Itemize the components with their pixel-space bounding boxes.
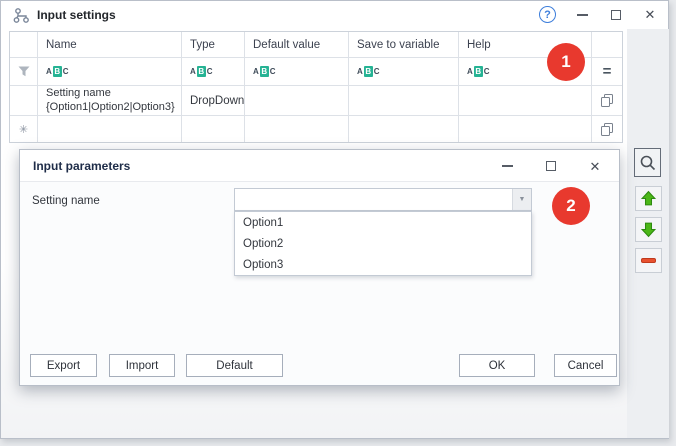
dialog-title: Input parameters [33, 159, 130, 173]
dropdown-list: Option1 Option2 Option3 [234, 211, 532, 276]
export-button[interactable]: Export [30, 354, 97, 377]
new-cell-type[interactable] [182, 116, 245, 142]
move-down-button[interactable] [635, 217, 662, 242]
minus-icon [641, 258, 656, 263]
remove-button[interactable] [635, 248, 662, 273]
copy-row-icon[interactable] [592, 116, 622, 142]
dialog-maximize-icon[interactable] [543, 158, 559, 174]
setting-name-input[interactable] [235, 189, 512, 210]
combo-dropdown-button[interactable]: ▼ [512, 189, 531, 210]
text-filter-icon: ABC [253, 66, 276, 77]
dropdown-option-3[interactable]: Option3 [235, 254, 531, 275]
input-parameters-dialog: Input parameters ✕ Setting name ▼ Option… [19, 149, 620, 386]
annotation-badge-1: 1 [547, 43, 585, 81]
text-filter-icon: ABC [357, 66, 380, 77]
close-icon[interactable]: ✕ [642, 7, 658, 23]
cell-save-to-variable[interactable] [349, 86, 459, 115]
cell-name[interactable]: Setting name{Option1|Option2|Option3} [38, 86, 182, 115]
branch-icon [13, 7, 30, 24]
filter-options-icon[interactable]: = [592, 58, 622, 85]
filter-cell-save-to-variable[interactable]: ABC [349, 58, 459, 85]
maximize-icon[interactable] [608, 7, 624, 23]
column-header-save-to-variable[interactable]: Save to variable [349, 32, 459, 57]
new-cell-default-value[interactable] [245, 116, 349, 142]
input-settings-window: Input settings ? ✕ Name Type Default val… [0, 0, 669, 439]
copy-row-icon[interactable] [592, 86, 622, 115]
dialog-close-icon[interactable]: ✕ [587, 158, 603, 174]
filter-cell-default-value[interactable]: ABC [245, 58, 349, 85]
new-cell-name[interactable] [38, 116, 182, 142]
new-row-indicator-icon: ✳ [10, 116, 38, 142]
new-cell-save-to-variable[interactable] [349, 116, 459, 142]
setting-name-combobox[interactable]: ▼ [234, 188, 532, 211]
annotation-badge-2: 2 [552, 187, 590, 225]
text-filter-icon: ABC [190, 66, 213, 77]
row-indicator-cell [10, 86, 38, 115]
text-filter-icon: ABC [467, 66, 490, 77]
help-icon[interactable]: ? [539, 6, 556, 23]
search-icon [639, 154, 657, 172]
search-button[interactable] [634, 148, 661, 177]
import-button[interactable]: Import [109, 354, 175, 377]
new-row[interactable]: ✳ [10, 116, 622, 142]
settings-grid: Name Type Default value Save to variable… [9, 31, 623, 143]
dropdown-option-1[interactable]: Option1 [235, 212, 531, 233]
window-title: Input settings [37, 8, 116, 22]
column-header-actions [592, 32, 622, 57]
cell-type[interactable]: DropDown [182, 86, 245, 115]
dialog-titlebar: Input parameters ✕ [20, 150, 619, 182]
dialog-minimize-icon[interactable] [499, 158, 515, 174]
grid-filter-row: ABC ABC ABC ABC ABC = [10, 58, 622, 86]
column-header-type[interactable]: Type [182, 32, 245, 57]
cancel-button[interactable]: Cancel [554, 354, 617, 377]
table-row[interactable]: Setting name{Option1|Option2|Option3} Dr… [10, 86, 622, 116]
ok-button[interactable]: OK [459, 354, 535, 377]
arrow-up-icon [640, 190, 657, 207]
default-button[interactable]: Default [186, 354, 283, 377]
window-titlebar: Input settings ? ✕ [1, 1, 668, 29]
column-header-default-value[interactable]: Default value [245, 32, 349, 57]
new-cell-help[interactable] [459, 116, 592, 142]
move-up-button[interactable] [635, 186, 662, 211]
cell-default-value[interactable] [245, 86, 349, 115]
dropdown-option-2[interactable]: Option2 [235, 233, 531, 254]
filter-cell-type[interactable]: ABC [182, 58, 245, 85]
text-filter-icon: ABC [46, 66, 69, 77]
filter-funnel-icon [10, 58, 38, 85]
filter-cell-name[interactable]: ABC [38, 58, 182, 85]
row-indicator-header [10, 32, 38, 57]
minimize-icon[interactable] [574, 7, 590, 23]
setting-name-label: Setting name [32, 195, 100, 207]
chevron-down-icon: ▼ [519, 196, 526, 203]
column-header-name[interactable]: Name [38, 32, 182, 57]
grid-header-row: Name Type Default value Save to variable… [10, 32, 622, 58]
arrow-down-icon [640, 221, 657, 238]
cell-help[interactable] [459, 86, 592, 115]
